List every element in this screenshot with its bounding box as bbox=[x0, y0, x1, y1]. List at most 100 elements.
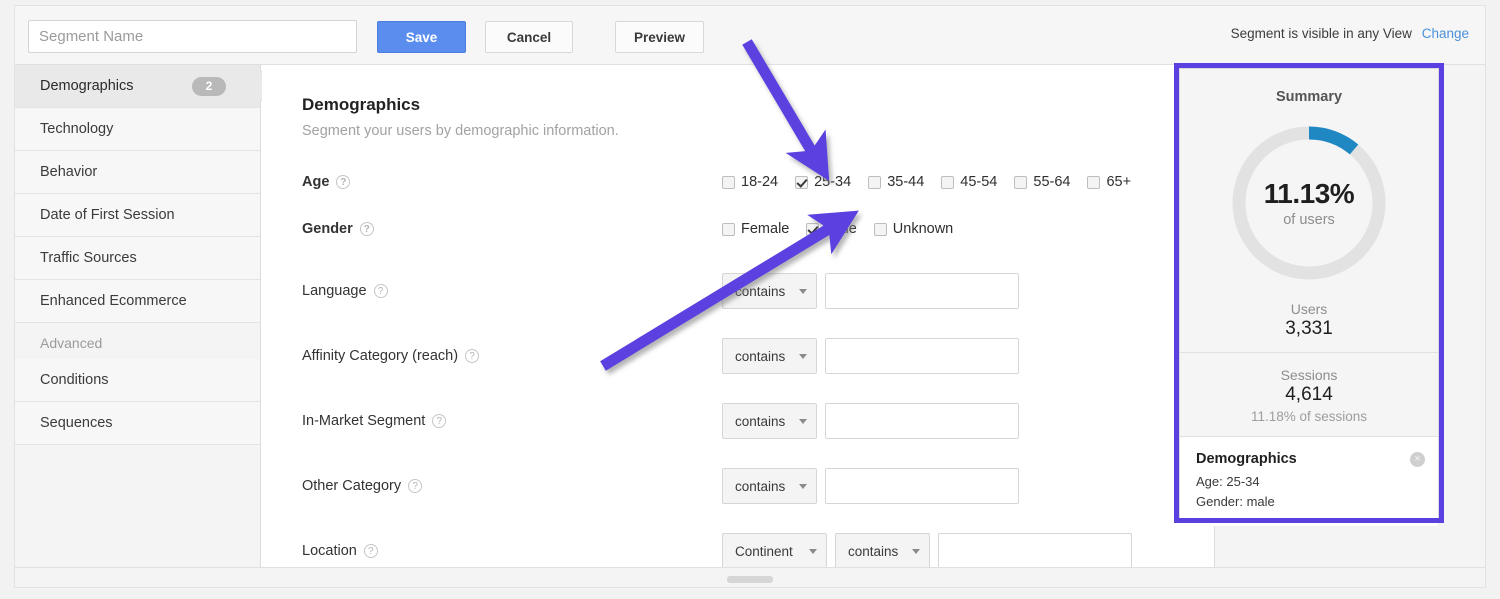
operator-value: contains bbox=[735, 414, 785, 429]
checkbox-icon[interactable] bbox=[941, 176, 954, 189]
operator-value: contains bbox=[735, 284, 785, 299]
age-option-18-24[interactable]: 18-24 bbox=[722, 174, 778, 190]
checkbox-icon[interactable] bbox=[1014, 176, 1027, 189]
language-label: Language bbox=[302, 283, 367, 299]
location-label: Location bbox=[302, 543, 357, 559]
sidebar-item-label: Enhanced Ecommerce bbox=[40, 293, 187, 309]
gender-label-wrap: Gender ? bbox=[302, 221, 722, 237]
checkbox-icon[interactable] bbox=[1087, 176, 1100, 189]
segment-name-input[interactable] bbox=[28, 20, 357, 53]
sidebar-item-demographics[interactable]: Demographics 2 bbox=[15, 65, 260, 108]
location-row: Location ? Continent contains bbox=[302, 533, 1213, 569]
language-label-wrap: Language ? bbox=[302, 283, 722, 299]
location-operator-select[interactable]: contains bbox=[835, 533, 930, 569]
age-option-35-44[interactable]: 35-44 bbox=[868, 174, 924, 190]
sidebar-item-sequences[interactable]: Sequences bbox=[15, 402, 260, 445]
location-scope-select[interactable]: Continent bbox=[722, 533, 827, 569]
affinity-value-input[interactable] bbox=[825, 338, 1019, 374]
gender-option-male[interactable]: Male bbox=[806, 221, 856, 237]
users-metric: Users 3,331 bbox=[1180, 287, 1438, 352]
detail-line-gender: Gender: male bbox=[1196, 492, 1422, 512]
sidebar-item-label: Sequences bbox=[40, 415, 113, 431]
sidebar-item-label: Behavior bbox=[40, 164, 97, 180]
sidebar-item-traffic-sources[interactable]: Traffic Sources bbox=[15, 237, 260, 280]
language-operator-select[interactable]: contains bbox=[722, 273, 817, 309]
chevron-down-icon bbox=[809, 549, 817, 554]
chevron-down-icon bbox=[799, 419, 807, 424]
help-icon[interactable]: ? bbox=[465, 349, 479, 363]
users-metric-label: Users bbox=[1180, 301, 1438, 317]
chevron-down-icon bbox=[912, 549, 920, 554]
sidebar-item-behavior[interactable]: Behavior bbox=[15, 151, 260, 194]
other-category-operator-select[interactable]: contains bbox=[722, 468, 817, 504]
language-value-input[interactable] bbox=[825, 273, 1019, 309]
visibility-label: Segment is visible in any View bbox=[1231, 26, 1412, 41]
sidebar-section-advanced: Advanced bbox=[15, 323, 260, 359]
gender-label: Gender bbox=[302, 221, 353, 237]
checkbox-icon[interactable] bbox=[722, 223, 735, 236]
checkbox-checked-icon[interactable] bbox=[795, 176, 808, 189]
in-market-value-input[interactable] bbox=[825, 403, 1019, 439]
in-market-label-wrap: In-Market Segment ? bbox=[302, 413, 722, 429]
operator-value: contains bbox=[735, 349, 785, 364]
age-option-45-54[interactable]: 45-54 bbox=[941, 174, 997, 190]
gender-option-label: Unknown bbox=[893, 221, 953, 237]
age-option-55-64[interactable]: 55-64 bbox=[1014, 174, 1070, 190]
demographics-panel: Demographics Segment your users by demog… bbox=[262, 65, 1213, 567]
gender-option-female[interactable]: Female bbox=[722, 221, 789, 237]
help-icon[interactable]: ? bbox=[408, 479, 422, 493]
age-label: Age bbox=[302, 174, 329, 190]
change-visibility-link[interactable]: Change bbox=[1422, 26, 1469, 41]
affinity-label-wrap: Affinity Category (reach) ? bbox=[302, 348, 722, 364]
gender-row: Gender ? Female Male Unknown bbox=[302, 214, 1213, 244]
save-button[interactable]: Save bbox=[377, 21, 466, 53]
other-category-value-input[interactable] bbox=[825, 468, 1019, 504]
detail-line-age: Age: 25-34 bbox=[1196, 472, 1422, 492]
location-value-input[interactable] bbox=[938, 533, 1132, 569]
segment-visibility-note: Segment is visible in any View Change bbox=[1231, 26, 1469, 41]
page-subtitle: Segment your users by demographic inform… bbox=[302, 123, 1213, 139]
gender-checkbox-group: Female Male Unknown bbox=[722, 221, 953, 237]
page-background: Save Cancel Preview Segment is visible i… bbox=[0, 0, 1500, 599]
sidebar-item-label: Conditions bbox=[40, 372, 109, 388]
help-icon[interactable]: ? bbox=[374, 284, 388, 298]
checkbox-icon[interactable] bbox=[722, 176, 735, 189]
segment-builder-window: Save Cancel Preview Segment is visible i… bbox=[14, 5, 1486, 588]
age-option-label: 35-44 bbox=[887, 174, 924, 190]
age-option-65-plus[interactable]: 65+ bbox=[1087, 174, 1131, 190]
preview-button[interactable]: Preview bbox=[615, 21, 704, 53]
summary-title: Summary bbox=[1180, 69, 1438, 105]
summary-detail-demographics: Demographics Age: 25-34 Gender: male × bbox=[1180, 436, 1438, 526]
sessions-metric-value: 4,614 bbox=[1180, 384, 1438, 406]
chevron-down-icon bbox=[799, 484, 807, 489]
other-category-row: Other Category ? contains bbox=[302, 468, 1213, 504]
affinity-operator-select[interactable]: contains bbox=[722, 338, 817, 374]
sessions-metric-note: 11.18% of sessions bbox=[1180, 409, 1438, 424]
gender-option-unknown[interactable]: Unknown bbox=[874, 221, 953, 237]
operator-value: contains bbox=[735, 479, 785, 494]
age-option-25-34[interactable]: 25-34 bbox=[795, 174, 851, 190]
checkbox-checked-icon[interactable] bbox=[806, 223, 819, 236]
scrollbar-thumb[interactable] bbox=[727, 576, 773, 583]
help-icon[interactable]: ? bbox=[432, 414, 446, 428]
checkbox-icon[interactable] bbox=[868, 176, 881, 189]
bottom-scrollbar[interactable] bbox=[15, 567, 1485, 587]
cancel-button[interactable]: Cancel bbox=[485, 21, 573, 53]
sidebar-item-enhanced-ecommerce[interactable]: Enhanced Ecommerce bbox=[15, 280, 260, 323]
help-icon[interactable]: ? bbox=[364, 544, 378, 558]
checkbox-icon[interactable] bbox=[874, 223, 887, 236]
in-market-segment-row: In-Market Segment ? contains bbox=[302, 403, 1213, 439]
help-icon[interactable]: ? bbox=[360, 222, 374, 236]
in-market-operator-select[interactable]: contains bbox=[722, 403, 817, 439]
operator-value: contains bbox=[848, 544, 898, 559]
sessions-metric: Sessions 4,614 11.18% of sessions bbox=[1180, 352, 1438, 436]
help-icon[interactable]: ? bbox=[336, 175, 350, 189]
close-icon[interactable]: × bbox=[1410, 452, 1425, 467]
sidebar-item-date-of-first-session[interactable]: Date of First Session bbox=[15, 194, 260, 237]
language-row: Language ? contains bbox=[302, 273, 1213, 309]
sidebar-item-technology[interactable]: Technology bbox=[15, 108, 260, 151]
age-option-label: 55-64 bbox=[1033, 174, 1070, 190]
age-option-label: 18-24 bbox=[741, 174, 778, 190]
users-percent-value: 11.13% bbox=[1225, 178, 1393, 210]
sidebar-item-conditions[interactable]: Conditions bbox=[15, 359, 260, 402]
